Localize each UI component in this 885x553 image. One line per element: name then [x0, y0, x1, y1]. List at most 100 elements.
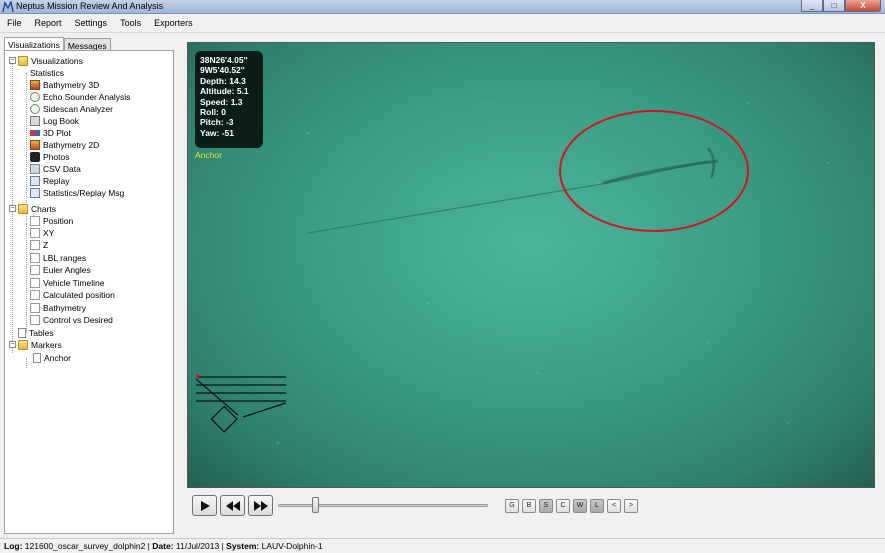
toggle-b-button[interactable]: B	[522, 499, 536, 513]
tree-item-euler-angles[interactable]: Euler Angles	[30, 264, 91, 276]
document-icon	[33, 353, 41, 363]
tree-item-sidescan-analyzer[interactable]: Sidescan Analyzer	[30, 103, 113, 115]
menu-tools[interactable]: Tools	[113, 15, 147, 33]
tree-item-3d-plot[interactable]: 3D Plot	[30, 127, 71, 139]
tree-item-statistics[interactable]: Statistics	[30, 67, 64, 79]
tree-label: Position	[43, 216, 74, 226]
toggle-w-button[interactable]: W	[573, 499, 587, 513]
menu-report[interactable]: Report	[28, 15, 68, 33]
tree-label: XY	[43, 228, 55, 238]
timeline-slider-thumb[interactable]	[311, 497, 319, 513]
toggle-s-button[interactable]: S	[539, 499, 553, 513]
tree-label: Bathymetry 3D	[43, 80, 100, 90]
rewind-button[interactable]	[220, 495, 245, 516]
tree-label: Calculated position	[43, 290, 115, 300]
tree-label: Tables	[29, 328, 54, 338]
chart-icon	[30, 240, 40, 250]
log-label: Log:	[4, 541, 23, 551]
tree-label: Bathymetry 2D	[43, 140, 100, 150]
log-book-icon	[30, 116, 40, 126]
folder-open-icon	[18, 340, 28, 350]
menu-bar: File Report Settings Tools Exporters	[0, 15, 885, 33]
tree-item-xy[interactable]: XY	[30, 227, 54, 239]
tree-item-photos[interactable]: Photos	[30, 151, 69, 163]
toggle-c-button[interactable]: C	[556, 499, 570, 513]
previous-button[interactable]: <	[607, 499, 621, 513]
tree-item-statistics-replay-msg[interactable]: Statistics/Replay Msg	[30, 187, 124, 199]
replay-icon	[30, 176, 40, 186]
tree-item-position[interactable]: Position	[30, 215, 73, 227]
menu-settings[interactable]: Settings	[68, 15, 114, 33]
expander-markers[interactable]: −	[9, 341, 16, 348]
maximize-button[interactable]: □	[823, 0, 845, 12]
tree-item-echo-sounder[interactable]: Echo Sounder Analysis	[30, 91, 130, 103]
depth: Depth: 14.3	[200, 75, 246, 86]
toggle-l-button[interactable]: L	[590, 499, 604, 513]
tree-label: Markers	[31, 340, 62, 350]
chart-icon	[30, 303, 40, 313]
rewind-icon	[225, 500, 240, 511]
menu-exporters[interactable]: Exporters	[147, 15, 199, 33]
tree-label: Replay	[43, 176, 70, 186]
bathymetry-2d-icon	[30, 140, 40, 150]
tree-label: Photos	[43, 152, 70, 162]
chart-icon	[30, 216, 40, 226]
tree-label: Bathymetry	[43, 303, 86, 313]
fast-forward-icon	[253, 500, 268, 511]
next-button[interactable]: >	[624, 499, 638, 513]
tree-item-csv-data[interactable]: CSV Data	[30, 163, 81, 175]
timeline-slider-track[interactable]	[278, 504, 488, 507]
tree-label: 3D Plot	[43, 128, 71, 138]
tree-item-lbl-ranges[interactable]: LBL ranges	[30, 252, 86, 264]
marker-label[interactable]: Anchor	[195, 150, 222, 160]
altitude: Altitude: 5.1	[200, 86, 249, 97]
expander-visualizations[interactable]: −	[9, 57, 16, 64]
tree-label: CSV Data	[43, 164, 81, 174]
tree-label: Log Book	[43, 116, 79, 126]
echo-sounder-icon	[30, 92, 40, 102]
tree-item-bathymetry[interactable]: Bathymetry	[30, 302, 86, 314]
toggle-g-button[interactable]: G	[505, 499, 519, 513]
tree-item-bathymetry-3d[interactable]: Bathymetry 3D	[30, 79, 99, 91]
fast-forward-button[interactable]	[248, 495, 273, 516]
tree-group-charts[interactable]: Charts	[18, 203, 56, 215]
tree-label: Statistics	[30, 68, 65, 78]
close-button[interactable]: X	[845, 0, 881, 12]
camera-image-viewer[interactable]: 38N26'4.05'' 9W5'40.52'' Depth: 14.3 Alt…	[187, 42, 875, 488]
log-date: 11/Jul/2013	[175, 541, 220, 551]
telemetry-info-box: 38N26'4.05'' 9W5'40.52'' Depth: 14.3 Alt…	[195, 51, 263, 148]
tree-label: Vehicle Timeline	[43, 278, 105, 288]
tree-item-bathymetry-2d[interactable]: Bathymetry 2D	[30, 139, 99, 151]
tree-label: Charts	[31, 204, 57, 214]
tree-item-control-vs-desired[interactable]: Control vs Desired	[30, 314, 113, 326]
tree-label: Euler Angles	[43, 265, 91, 275]
tree-item-z[interactable]: Z	[30, 239, 48, 251]
tree-item-anchor[interactable]: Anchor	[33, 352, 71, 364]
window-title: Neptus Mission Review And Analysis	[16, 1, 164, 11]
tree-label: Visualizations	[31, 56, 83, 66]
chart-icon	[30, 315, 40, 325]
pitch: Pitch: -3	[200, 117, 234, 128]
tab-visualizations[interactable]: Visualizations	[4, 37, 64, 51]
play-button[interactable]	[192, 495, 217, 516]
tree-item-replay[interactable]: Replay	[30, 175, 69, 187]
tree-item-tables[interactable]: Tables	[18, 327, 54, 339]
right-panel: 38N26'4.05'' 9W5'40.52'' Depth: 14.3 Alt…	[180, 34, 885, 534]
tree-item-calculated-position[interactable]: Calculated position	[30, 289, 115, 301]
tree-group-markers[interactable]: Markers	[18, 339, 62, 351]
latitude: 38N26'4.05''	[200, 55, 248, 65]
tree-label: Anchor	[44, 353, 71, 363]
log-name: 121600_oscar_survey_dolphin2	[24, 541, 146, 551]
tree-label: Sidescan Analyzer	[43, 104, 113, 114]
tree-item-vehicle-timeline[interactable]: Vehicle Timeline	[30, 277, 104, 289]
panel-tabs: Visualizations Messages	[4, 37, 111, 51]
status-bar: Log: 121600_oscar_survey_dolphin2 | Date…	[0, 538, 885, 553]
bathymetry-3d-icon	[30, 80, 40, 90]
tree-label: Z	[43, 240, 49, 250]
tree-group-visualizations[interactable]: Visualizations	[18, 55, 83, 67]
expander-charts[interactable]: −	[9, 205, 16, 212]
tree-item-log-book[interactable]: Log Book	[30, 115, 79, 127]
tree-label: Statistics/Replay Msg	[43, 188, 125, 198]
minimize-button[interactable]: _	[801, 0, 823, 12]
menu-file[interactable]: File	[0, 15, 28, 33]
